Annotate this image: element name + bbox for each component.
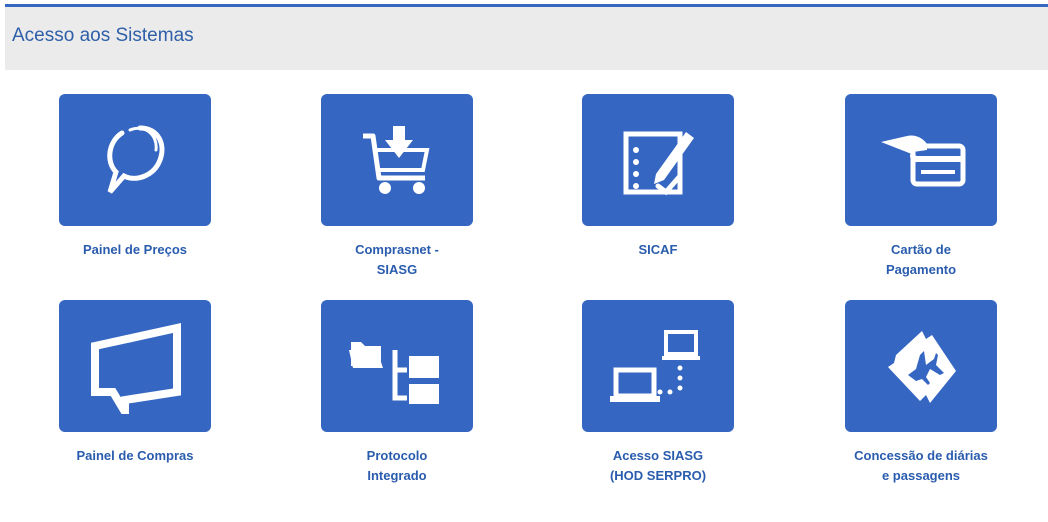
protocolo-integrado-label[interactable]: Protocolo Integrado [287, 446, 507, 486]
folder-tree-icon [349, 342, 439, 404]
panel-title: Acesso aos Sistemas [12, 25, 194, 46]
painel-de-compras-tile[interactable] [59, 300, 211, 432]
shopping-cart-download-icon [363, 126, 430, 194]
cartao-de-pagamento-label[interactable]: Cartão de Pagamento [811, 240, 1031, 280]
sicaf-label[interactable]: SICAF [548, 240, 768, 260]
hand-card-icon [881, 135, 966, 187]
sicaf-tile[interactable] [582, 94, 734, 226]
concessao-diarias-tile[interactable] [845, 300, 997, 432]
acesso-siasg-tile[interactable] [582, 300, 734, 432]
search-bubble-icon [107, 125, 165, 194]
checklist-pen-icon [623, 131, 694, 196]
acesso-siasg-label[interactable]: Acesso SIASG (HOD SERPRO) [548, 446, 768, 486]
networked-computers-icon [610, 330, 700, 402]
monitor-frame-icon [91, 323, 181, 414]
concessao-diarias-label[interactable]: Concessão de diárias e passagens [811, 446, 1031, 486]
airplane-ticket-icon [888, 331, 956, 403]
painel-de-precos-tile[interactable] [59, 94, 211, 226]
cartao-de-pagamento-tile[interactable] [845, 94, 997, 226]
painel-de-precos-label[interactable]: Painel de Preços [25, 240, 245, 260]
panel-header: Acesso aos Sistemas [5, 4, 1048, 70]
comprasnet-siasg-label[interactable]: Comprasnet - SIASG [287, 240, 507, 280]
comprasnet-siasg-tile[interactable] [321, 94, 473, 226]
painel-de-compras-label[interactable]: Painel de Compras [25, 446, 245, 466]
protocolo-integrado-tile[interactable] [321, 300, 473, 432]
